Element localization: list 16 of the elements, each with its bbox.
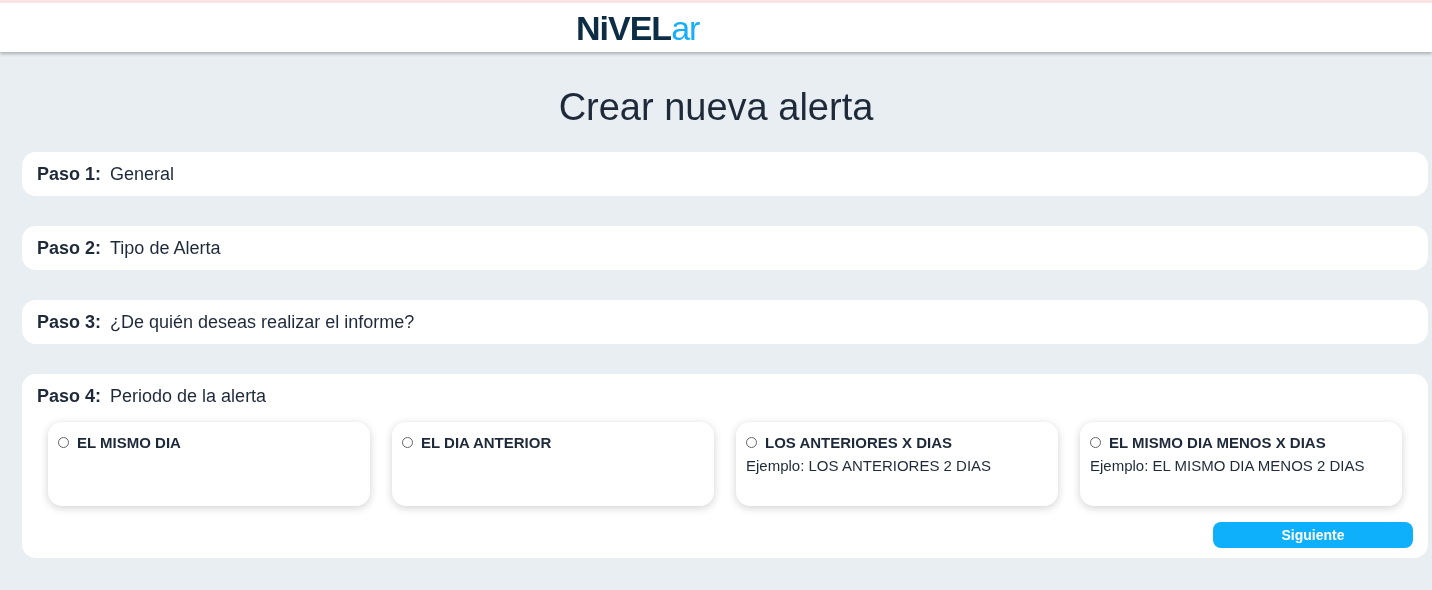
option-example: Ejemplo: EL MISMO DIA MENOS 2 DIAS bbox=[1090, 457, 1366, 474]
step-header[interactable]: Paso 4: Periodo de la alerta bbox=[37, 384, 1413, 408]
step-header[interactable]: Paso 3: ¿De quién deseas realizar el informe? bbox=[37, 310, 1413, 334]
step-header[interactable]: Paso 2: Tipo de Alerta bbox=[37, 236, 1413, 260]
option-label: EL DIA ANTERIOR bbox=[421, 434, 552, 451]
option-card[interactable]: EL MISMO DIA MENOS X DIAS Ejemplo: EL MISMO DIA MENOS 2 DIAS bbox=[1080, 422, 1402, 506]
option-label: EL MISMO DIA MENOS X DIAS bbox=[1109, 434, 1326, 451]
option-card[interactable]: EL DIA ANTERIOR bbox=[392, 422, 714, 506]
option-card[interactable]: LOS ANTERIORES X DIAS Ejemplo: LOS ANTERIORES 2 DIAS bbox=[736, 422, 1058, 506]
logo: NiVELar bbox=[576, 10, 700, 45]
option-card[interactable]: EL MISMO DIA bbox=[48, 422, 370, 506]
option-example: Ejemplo: LOS ANTERIORES 2 DIAS bbox=[746, 457, 993, 474]
option-label: EL MISMO DIA bbox=[77, 434, 181, 451]
step-header[interactable]: Paso 1: General bbox=[37, 162, 1413, 186]
option-label: LOS ANTERIORES X DIAS bbox=[765, 434, 952, 451]
page-title: Crear nueva alerta bbox=[557, 85, 875, 130]
